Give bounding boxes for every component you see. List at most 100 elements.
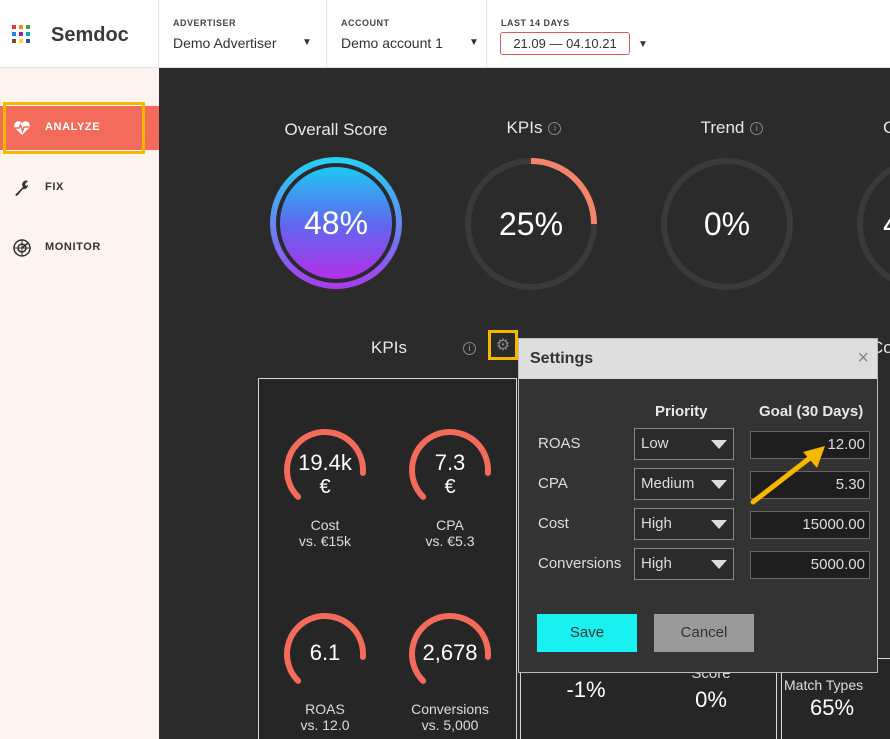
chevron-down-icon [711, 560, 727, 569]
conversions-priority-value: High [641, 555, 672, 572]
kpi-gauge-vs: vs. €5.3 [425, 533, 475, 549]
kpis-score-title: KPIs i [479, 118, 589, 138]
sidebar-item-label: ANALYZE [45, 121, 101, 133]
trend-score-title: Trend i [677, 118, 787, 138]
overall-score-ring: 48% [267, 154, 405, 292]
roas-priority-select[interactable]: Low [634, 428, 734, 460]
dialog-title-bar: Settings × [519, 339, 877, 379]
logo-dot [19, 25, 23, 29]
priority-column-header: Priority [655, 403, 708, 420]
brand[interactable]: Semdoc [0, 0, 159, 68]
kpi-gauge-unit: € [444, 476, 456, 498]
fourth-score-title: C [883, 118, 890, 137]
account-select[interactable]: ACCOUNT Demo account 1 ▼ [327, 0, 487, 68]
logo-dot [26, 25, 30, 29]
cost-label: Cost [538, 515, 569, 532]
cpa-priority-select[interactable]: Medium [634, 468, 734, 500]
fourth-score-value: 4 [855, 156, 890, 292]
app-grid-icon[interactable] [12, 25, 30, 43]
settings-dialog: Settings × Priority Goal (30 Days) ROAS … [518, 338, 878, 673]
sidebar-item-monitor[interactable]: MONITOR [0, 226, 159, 270]
kpi-gauge-name: CPA [436, 517, 464, 533]
kpi-gauge-vs: vs. 12.0 [300, 717, 350, 733]
date-range-value[interactable]: 21.09 — 04.10.21 [500, 32, 630, 55]
chevron-down-icon[interactable]: ▼ [638, 39, 648, 50]
trend-panel-value: -1% [566, 677, 606, 702]
goal-column-header: Goal (30 Days) [759, 403, 864, 420]
logo-dot [12, 25, 16, 29]
cancel-button[interactable]: Cancel [654, 614, 754, 652]
dialog-title: Settings [530, 350, 594, 367]
kpi-panel: 19.4k € Cost vs. €15k 7.3 € CPA vs. €5.3… [258, 378, 517, 739]
fourth-score-ring: 4 [855, 156, 890, 292]
logo-dot [12, 39, 16, 43]
roas-priority-value: Low [641, 435, 669, 452]
heart-pulse-icon [14, 121, 30, 135]
score-value: 0% [695, 687, 727, 712]
kpis-score-ring: 25% [463, 156, 599, 292]
chevron-down-icon [711, 480, 727, 489]
kpi-gauge-value: 6.1 [309, 640, 341, 665]
date-range-label: LAST 14 DAYS [501, 18, 570, 28]
info-icon[interactable]: i [463, 342, 476, 355]
kpi-gauge-vs: vs. €15k [298, 533, 352, 549]
advertiser-label: ADVERTISER [173, 18, 237, 28]
info-icon[interactable]: i [750, 122, 764, 136]
conversions-goal-input[interactable]: 5000.00 [750, 551, 870, 579]
chevron-down-icon[interactable]: ▼ [469, 37, 479, 48]
kpi-panel-title: KPIs [371, 338, 407, 357]
logo-dot [19, 39, 23, 43]
chevron-down-icon[interactable]: ▼ [302, 37, 312, 48]
gear-icon: ⚙ [495, 337, 511, 354]
match-types-value: 65% [810, 695, 855, 720]
brand-name: Semdoc [51, 24, 129, 46]
conversions-label: Conversions [538, 555, 622, 572]
sidebar-item-fix[interactable]: FIX [0, 166, 159, 210]
chevron-down-icon [711, 440, 727, 449]
sidebar-item-label: MONITOR [45, 241, 101, 253]
sidebar-item-label: FIX [45, 181, 64, 193]
match-types-label: Match Types [784, 677, 864, 693]
account-label: ACCOUNT [341, 18, 390, 28]
chevron-down-icon [711, 520, 727, 529]
overall-score-title: Overall Score [284, 120, 388, 139]
save-button[interactable]: Save [537, 614, 637, 652]
cost-priority-value: High [641, 515, 672, 532]
kpis-score-title-text: KPIs [506, 118, 543, 137]
kpi-gauge-unit: € [319, 476, 331, 498]
conversions-priority-select[interactable]: High [634, 548, 734, 580]
sidebar-item-analyze[interactable]: ANALYZE [0, 106, 159, 150]
kpi-gauge-value: 7.3 [434, 450, 466, 475]
kpi-gauge-vs: vs. 5,000 [421, 717, 479, 733]
sidebar: ANALYZE FIX MONITOR [0, 68, 159, 739]
cpa-priority-value: Medium [641, 475, 695, 492]
logo-dot [19, 32, 23, 36]
kpi-gauge-value: 19.4k [298, 450, 352, 475]
kpi-gauge-name: ROAS [305, 701, 345, 717]
wrench-icon [15, 180, 29, 196]
info-icon[interactable]: i [548, 122, 562, 136]
trend-score-value: 0% [703, 205, 751, 242]
kpi-gauge-value: 2,678 [422, 640, 478, 665]
kpi-gauge-name: Cost [310, 517, 340, 533]
kpi-gauge-cpa: 7.3 € CPA vs. €5.3 [405, 427, 495, 549]
cost-goal-input[interactable]: 15000.00 [750, 511, 870, 539]
cpa-label: CPA [538, 475, 568, 492]
kpi-settings-button[interactable]: ⚙ [488, 330, 518, 360]
top-bar: Semdoc ADVERTISER Demo Advertiser ▼ ACCO… [0, 0, 890, 68]
kpi-gauge-cost: 19.4k € Cost vs. €15k [280, 427, 370, 549]
account-value: Demo account 1 [341, 35, 443, 51]
date-range-select[interactable]: LAST 14 DAYS 21.09 — 04.10.21 ▼ [487, 0, 667, 68]
cost-priority-select[interactable]: High [634, 508, 734, 540]
advertiser-select[interactable]: ADVERTISER Demo Advertiser ▼ [159, 0, 327, 68]
overall-score-value: 48% [303, 204, 369, 241]
advertiser-value: Demo Advertiser [173, 35, 277, 51]
trend-score-title-text: Trend [700, 118, 745, 137]
logo-dot [26, 39, 30, 43]
cpa-goal-input[interactable]: 5.30 [750, 471, 870, 499]
radar-icon [13, 239, 31, 257]
roas-goal-input[interactable]: 12.00 [750, 431, 870, 459]
trend-score-ring: 0% [659, 156, 795, 292]
close-icon[interactable]: × [857, 348, 869, 368]
logo-dot [26, 32, 30, 36]
